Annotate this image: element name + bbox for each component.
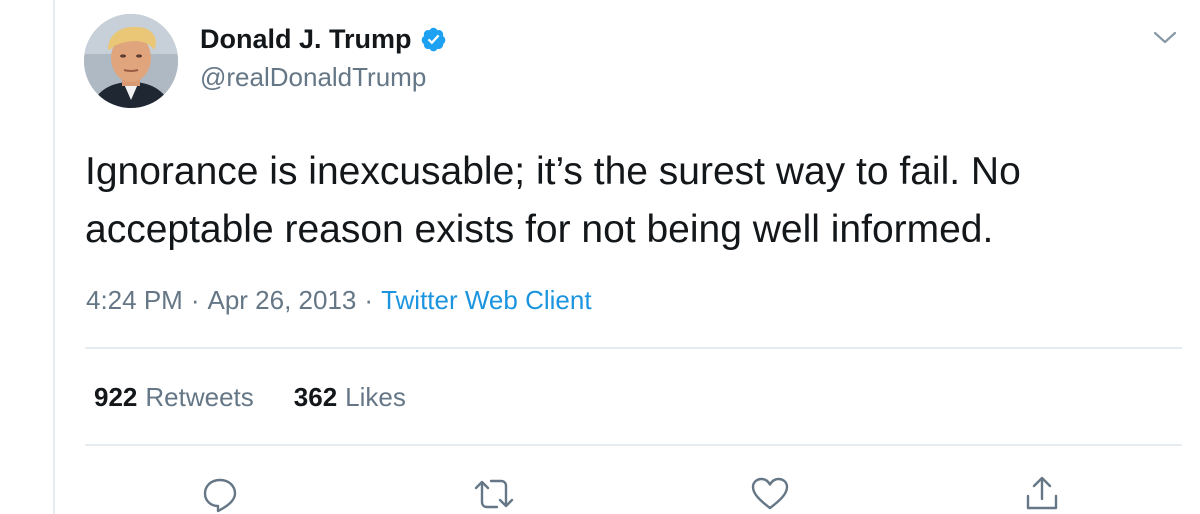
tweet-time[interactable]: 4:24 PM bbox=[86, 285, 183, 315]
avatar[interactable] bbox=[84, 14, 178, 108]
heart-icon bbox=[751, 477, 789, 510]
speech-bubble-icon bbox=[203, 478, 237, 513]
tweet-source-link[interactable]: Twitter Web Client bbox=[381, 285, 591, 315]
share-button[interactable] bbox=[1022, 474, 1062, 514]
timeline-left-border bbox=[53, 0, 55, 514]
retweets-label: Retweets bbox=[145, 382, 254, 412]
author-handle[interactable]: @realDonaldTrump bbox=[200, 62, 426, 93]
likes-stat[interactable]: 362 Likes bbox=[294, 382, 406, 413]
profile-photo-icon bbox=[84, 14, 178, 108]
tweet-text-line: Ignorance is inexcusable; it’s the sures… bbox=[85, 150, 1021, 193]
retweet-button[interactable] bbox=[472, 474, 514, 514]
divider bbox=[85, 444, 1182, 446]
share-upload-icon bbox=[1026, 476, 1058, 510]
tweet-metadata: 4:24 PM · Apr 26, 2013 · Twitter Web Client bbox=[86, 285, 592, 316]
author-name[interactable]: Donald J. Trump bbox=[200, 24, 447, 55]
retweets-count: 922 bbox=[94, 382, 138, 412]
likes-count: 362 bbox=[293, 382, 338, 412]
tweet-text: Ignorance is inexcusable; it’s the sures… bbox=[85, 143, 1175, 259]
more-options-chevron-down-icon[interactable] bbox=[1152, 26, 1178, 48]
meta-separator: · bbox=[364, 285, 374, 315]
like-button[interactable] bbox=[750, 474, 790, 514]
tweet-text-line: acceptable reason exists for not being w… bbox=[85, 208, 994, 251]
verified-badge-icon bbox=[421, 27, 445, 52]
retweets-stat[interactable]: 922 Retweets bbox=[94, 382, 254, 413]
meta-separator: · bbox=[190, 285, 200, 315]
tweet-detail-view: Donald J. Trump @realDonaldTrump Ignoran… bbox=[0, 0, 1200, 514]
tweet-stats: 922 Retweets 362 Likes bbox=[94, 382, 446, 413]
reply-button[interactable] bbox=[200, 474, 240, 514]
tweet-date[interactable]: Apr 26, 2013 bbox=[208, 285, 357, 315]
author-display-name[interactable]: Donald J. Trump bbox=[200, 24, 412, 55]
divider bbox=[85, 347, 1182, 349]
likes-label: Likes bbox=[345, 382, 406, 412]
retweet-arrows-icon bbox=[474, 479, 514, 509]
